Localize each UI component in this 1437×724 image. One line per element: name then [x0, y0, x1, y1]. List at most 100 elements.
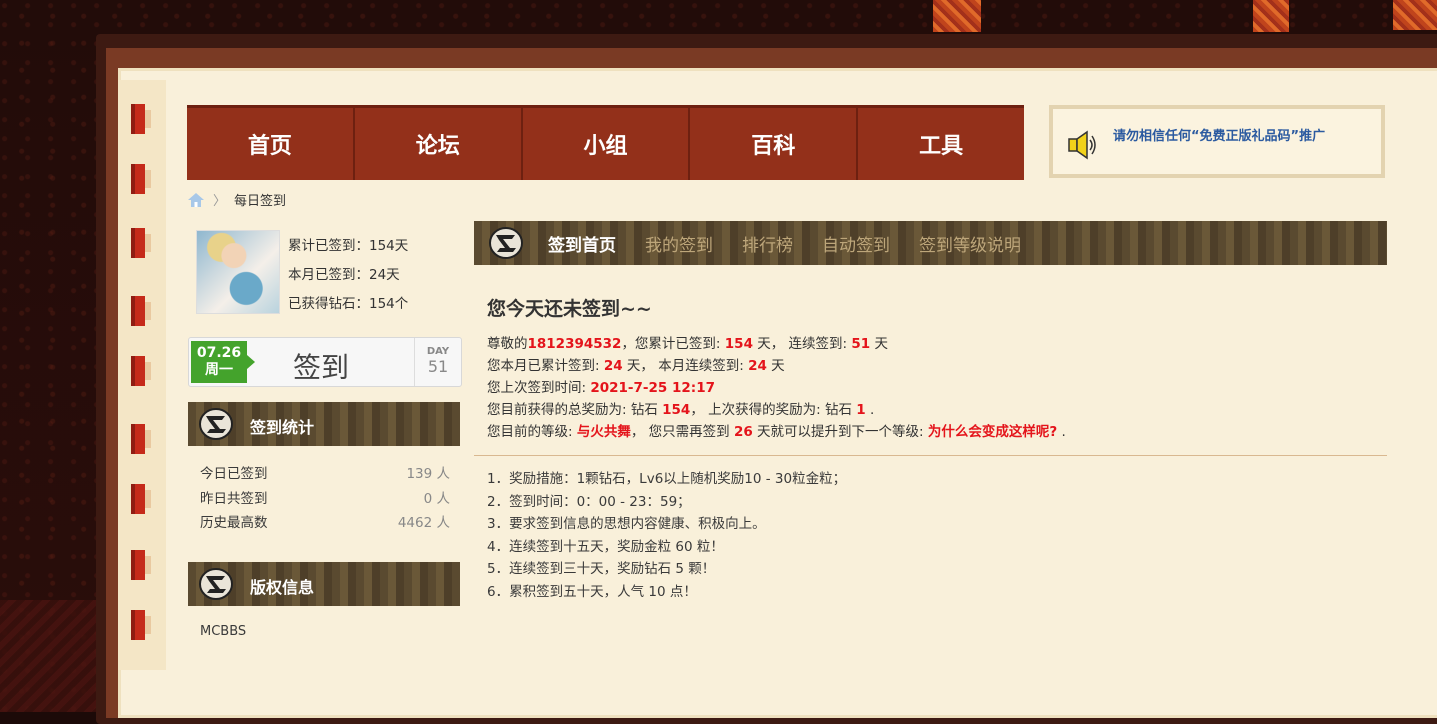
text: 天， 连续签到:	[752, 336, 852, 352]
nav-groups[interactable]: 小组	[523, 108, 691, 180]
breadcrumb: 〉 每日签到	[187, 190, 286, 209]
diamonds-earned: 已获得钻石：154个	[288, 296, 409, 312]
tab-auto-sign[interactable]: 自动签到	[822, 231, 890, 256]
stat-row: 昨日共签到 0 人	[200, 487, 450, 512]
nav-home[interactable]: 首页	[187, 108, 355, 180]
text: 天， 本月连续签到:	[622, 358, 749, 374]
current-level: 与火共舞	[576, 424, 631, 440]
tab-sign-home[interactable]: 签到首页	[548, 231, 616, 256]
divider	[474, 455, 1387, 456]
stats-panel-header: 签到统计	[188, 402, 460, 446]
breadcrumb-separator: 〉	[213, 194, 227, 209]
netherrack-texture	[0, 600, 110, 712]
rule-item: 1．奖励措施：1颗钻石，Lv6以上随机奖励10 - 30粒金粒；	[487, 471, 847, 487]
weekday: 周一	[205, 362, 233, 378]
rule-item: 5．连续签到三十天，奖励钻石 5 颗！	[487, 561, 716, 577]
sign-info: 尊敬的1812394532，您累计已签到: 154 天， 连续签到: 51 天 …	[487, 333, 1066, 443]
last-reward: 1	[856, 402, 866, 418]
home-icon[interactable]	[187, 192, 205, 208]
stat-value: 4462 人	[397, 515, 450, 531]
total-reward: 154	[662, 402, 691, 418]
info-line-5: 您目前的等级: 与火共舞， 您只需再签到 26 天就可以提升到下一个等级: 为什…	[487, 421, 1066, 443]
streak-days: 51	[851, 336, 871, 352]
date-tag: 07.26 周一	[191, 341, 255, 383]
stat-label: 昨日共签到	[200, 490, 268, 507]
total-sign-days: 累计已签到：154天	[288, 238, 409, 254]
breadcrumb-current[interactable]: 每日签到	[234, 190, 286, 209]
text: 天就可以提升到下一个等级:	[752, 424, 928, 440]
stat-row: 今日已签到 139 人	[200, 462, 450, 487]
rule-item: 4．连续签到十五天，奖励金粒 60 粒！	[487, 538, 724, 555]
binder-ring	[131, 484, 151, 514]
sign-tabs: 签到首页 我的签到 排行榜 自动签到 签到等级说明	[474, 221, 1387, 265]
text: 尊敬的	[487, 336, 528, 352]
sign-in-label: 签到	[293, 351, 350, 384]
mcbbs-logo-icon	[199, 408, 233, 440]
sign-rules: 1．奖励措施：1颗钻石，Lv6以上随机奖励10 - 30粒金粒； 2．签到时间：…	[487, 468, 846, 603]
day-label: DAY	[426, 346, 450, 357]
tab-my-sign[interactable]: 我的签到	[645, 231, 713, 256]
binder-ring	[131, 610, 151, 640]
announcement-box: 请勿相信任何“免费正版礼品码”推广	[1049, 105, 1385, 178]
copyright-text: MCBBS	[200, 624, 247, 639]
copyright-panel-title: 版权信息	[250, 578, 315, 597]
info-line-3: 您上次签到时间: 2021-7-25 12:17	[487, 377, 1066, 399]
stat-value: 139 人	[406, 466, 450, 482]
binder-ring	[131, 356, 151, 386]
stat-row: 历史最高数 4462 人	[200, 511, 450, 536]
rule-item: 6．累积签到五十天，人气 10 点！	[487, 583, 697, 600]
month-sign-days: 本月已签到：24天	[288, 267, 400, 283]
text: .	[1057, 424, 1066, 440]
total-days: 154	[724, 336, 753, 352]
binder-ring	[131, 104, 151, 134]
main-nav: 首页 论坛 小组 百科 工具	[187, 105, 1024, 180]
binder-ring	[131, 164, 151, 194]
text: 您目前获得的总奖励为: 钻石	[487, 402, 663, 418]
date: 07.26	[196, 345, 242, 361]
mcbbs-logo-icon	[489, 227, 523, 259]
stat-label: 今日已签到	[200, 466, 268, 482]
announcement-link[interactable]: 请勿相信任何“免费正版礼品码”推广	[1113, 125, 1325, 144]
nav-tools[interactable]: 工具	[858, 108, 1024, 180]
stats-panel-title: 签到统计	[250, 418, 315, 437]
text: ， 上次获得的奖励为: 钻石	[690, 402, 857, 418]
nav-wiki[interactable]: 百科	[690, 108, 859, 180]
text: 天	[870, 336, 888, 352]
mcbbs-logo-icon	[199, 568, 233, 600]
sign-in-button[interactable]: 07.26 周一 签到 DAY 51	[188, 337, 462, 387]
rule-item: 3．要求签到信息的思想内容健康、积极向上。	[487, 516, 766, 532]
user-sign-summary: 累计已签到：154天 本月已签到：24天 已获得钻石：154个	[288, 232, 408, 319]
tab-level-info[interactable]: 签到等级说明	[919, 231, 1021, 256]
month-days: 24	[603, 358, 623, 374]
info-line-4: 您目前获得的总奖励为: 钻石 154， 上次获得的奖励为: 钻石 1 .	[487, 399, 1066, 421]
rule-item: 2．签到时间：0：00 - 23：59；	[487, 493, 691, 510]
lava-block	[1393, 0, 1437, 30]
binder-ring	[131, 424, 151, 454]
text: 天	[766, 358, 785, 374]
nav-forum[interactable]: 论坛	[355, 108, 523, 180]
text: ，您累计已签到:	[621, 336, 725, 352]
day-value: 51	[427, 357, 449, 376]
username[interactable]: 1812394532	[528, 336, 622, 352]
next-level: 为什么会变成这样呢?	[927, 424, 1058, 440]
binder-ring	[131, 550, 151, 580]
info-line-2: 您本月已累计签到: 24 天， 本月连续签到: 24 天	[487, 355, 1066, 377]
info-line-1: 尊敬的1812394532，您累计已签到: 154 天， 连续签到: 51 天	[487, 333, 1066, 355]
lava-block	[1253, 0, 1289, 32]
sign-stats-table: 今日已签到 139 人 昨日共签到 0 人 历史最高数 4462 人	[200, 462, 450, 536]
binder-ring	[131, 228, 151, 258]
month-streak: 24	[748, 358, 767, 374]
speaker-icon	[1068, 130, 1096, 160]
stat-label: 历史最高数	[200, 515, 268, 531]
copyright-panel-header: 版权信息	[188, 562, 460, 606]
sign-status-title: 您今天还未签到~~	[487, 298, 652, 320]
day-counter: DAY 51	[414, 338, 461, 386]
text: 您本月已累计签到:	[487, 358, 604, 374]
text: 您上次签到时间:	[487, 380, 591, 396]
text: ， 您只需再签到	[630, 424, 734, 440]
days-needed: 26	[733, 424, 753, 440]
avatar[interactable]	[196, 230, 280, 314]
text: 您目前的等级:	[487, 424, 577, 440]
tab-leaderboard[interactable]: 排行榜	[742, 231, 793, 256]
binder-ring	[131, 296, 151, 326]
